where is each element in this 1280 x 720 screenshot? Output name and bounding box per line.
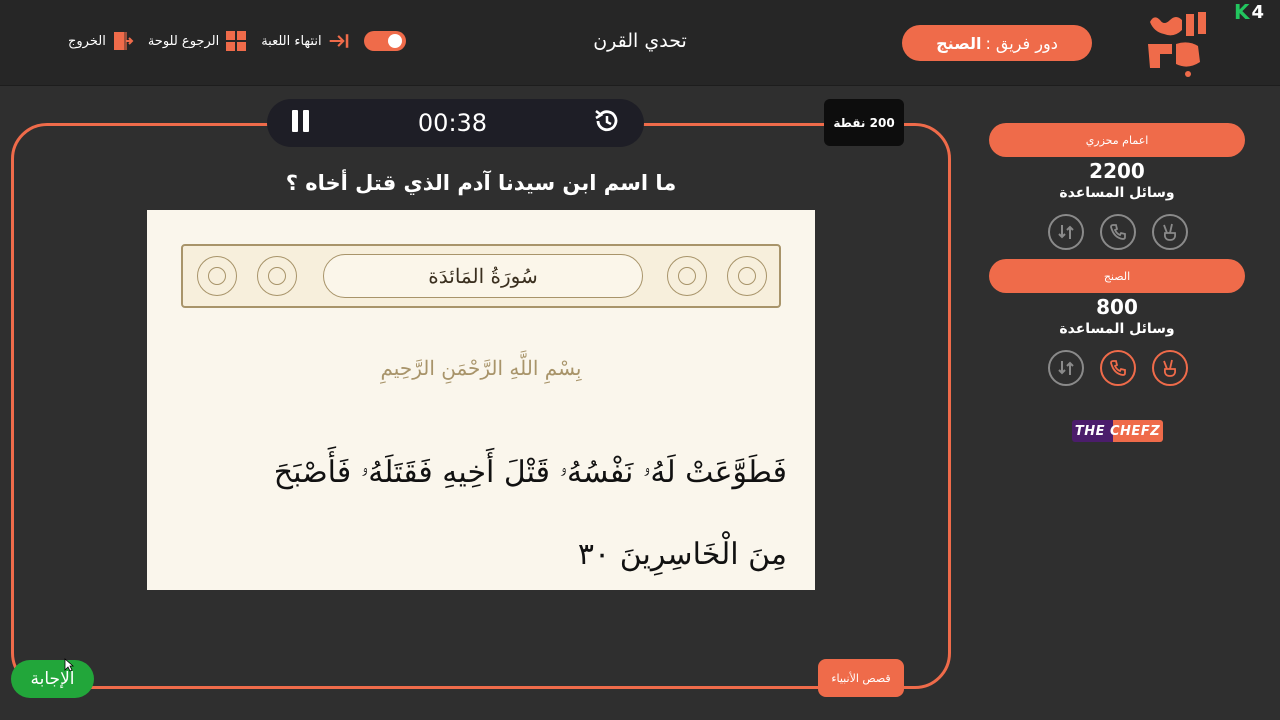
surah-banner: سُورَةُ المَائدَة <box>181 244 781 308</box>
sound-toggle[interactable] <box>363 31 406 51</box>
turn-indicator: دور فريق : الصنج <box>902 25 1092 61</box>
verse-text: فَطَوَّعَتْ لَهُۥ نَفْسُهُۥ قَتْلَ أَخِي… <box>273 455 787 572</box>
points-badge: 200 نقطة <box>824 99 904 146</box>
timer-display: 00:38 <box>417 109 488 137</box>
rosette-ornament <box>257 256 297 296</box>
team-score: 800 <box>1096 295 1138 319</box>
question-image: سُورَةُ المَائدَة بِسْمِ اللَّهِ الرَّحْ… <box>147 210 815 590</box>
rosette-ornament <box>667 256 707 296</box>
question-text: ما اسم ابن سيدنا آدم الذي قتل أخاه ؟ <box>285 171 677 195</box>
end-game-button[interactable]: انتهاء اللعبة <box>261 30 349 52</box>
pause-icon <box>292 110 309 132</box>
pause-button[interactable] <box>289 108 313 138</box>
brand-badge: K 4 <box>1234 0 1264 24</box>
mouse-cursor-icon <box>64 658 74 672</box>
basmala: بِسْمِ اللَّهِ الرَّحْمَنِ الرَّحِيمِ <box>380 356 582 380</box>
top-bar: الخروج الرجوع للوحة انتهاء اللعبة تحدي ا… <box>0 0 1280 86</box>
top-actions: الخروج الرجوع للوحة انتهاء اللعبة <box>68 30 406 52</box>
team-name-pill: الصنج <box>989 259 1245 293</box>
rosette-ornament <box>197 256 237 296</box>
answer-button[interactable]: الإجابة <box>11 660 94 698</box>
k-logo-icon: K <box>1234 0 1250 24</box>
swap-arrows-icon <box>1058 361 1074 375</box>
turn-team-name: الصنج <box>936 33 982 53</box>
two-answers-tool-button[interactable] <box>1152 214 1188 250</box>
phone-icon <box>1110 360 1126 376</box>
back-to-board-label: الرجوع للوحة <box>147 33 220 49</box>
back-to-board-button[interactable]: الرجوع للوحة <box>148 30 247 52</box>
category-badge: قصص الأنبياء <box>818 659 904 697</box>
swap-arrows-icon <box>1058 225 1074 239</box>
team-tools <box>1048 214 1188 250</box>
reset-timer-button[interactable] <box>592 106 622 140</box>
rosette-ornament <box>727 256 767 296</box>
swap-tool-button[interactable] <box>1048 350 1084 386</box>
exit-button[interactable]: الخروج <box>68 30 134 52</box>
history-reset-icon <box>595 110 618 132</box>
app-logo <box>1142 8 1212 78</box>
exit-label: الخروج <box>68 33 106 49</box>
arrow-to-line-icon <box>328 30 350 52</box>
sponsor-logo: THE CHEFZ <box>1072 420 1163 442</box>
team-tools-label: وسائل المساعدة <box>1059 185 1175 201</box>
phone-icon <box>1110 224 1126 240</box>
peace-hand-icon <box>1163 359 1177 377</box>
turn-prefix: دور فريق : <box>985 33 1058 53</box>
two-answers-tool-button[interactable] <box>1152 350 1188 386</box>
team-tools-label: وسائل المساعدة <box>1059 321 1175 337</box>
brand-badge-number: 4 <box>1251 1 1265 23</box>
exit-door-icon <box>112 30 134 52</box>
end-game-label: انتهاء اللعبة <box>261 33 322 49</box>
timer-bar: 00:38 <box>267 99 644 147</box>
team-score: 2200 <box>1089 159 1145 183</box>
swap-tool-button[interactable] <box>1048 214 1084 250</box>
grid-icon <box>225 30 247 52</box>
team-tools <box>1048 350 1188 386</box>
team-name-pill: اعمام محزري <box>989 123 1245 157</box>
call-tool-button[interactable] <box>1100 350 1136 386</box>
surah-title: سُورَةُ المَائدَة <box>323 254 643 298</box>
peace-hand-icon <box>1163 223 1177 241</box>
call-tool-button[interactable] <box>1100 214 1136 250</box>
game-title: تحدي القرن <box>593 30 687 52</box>
logo-mark <box>1148 12 1206 77</box>
